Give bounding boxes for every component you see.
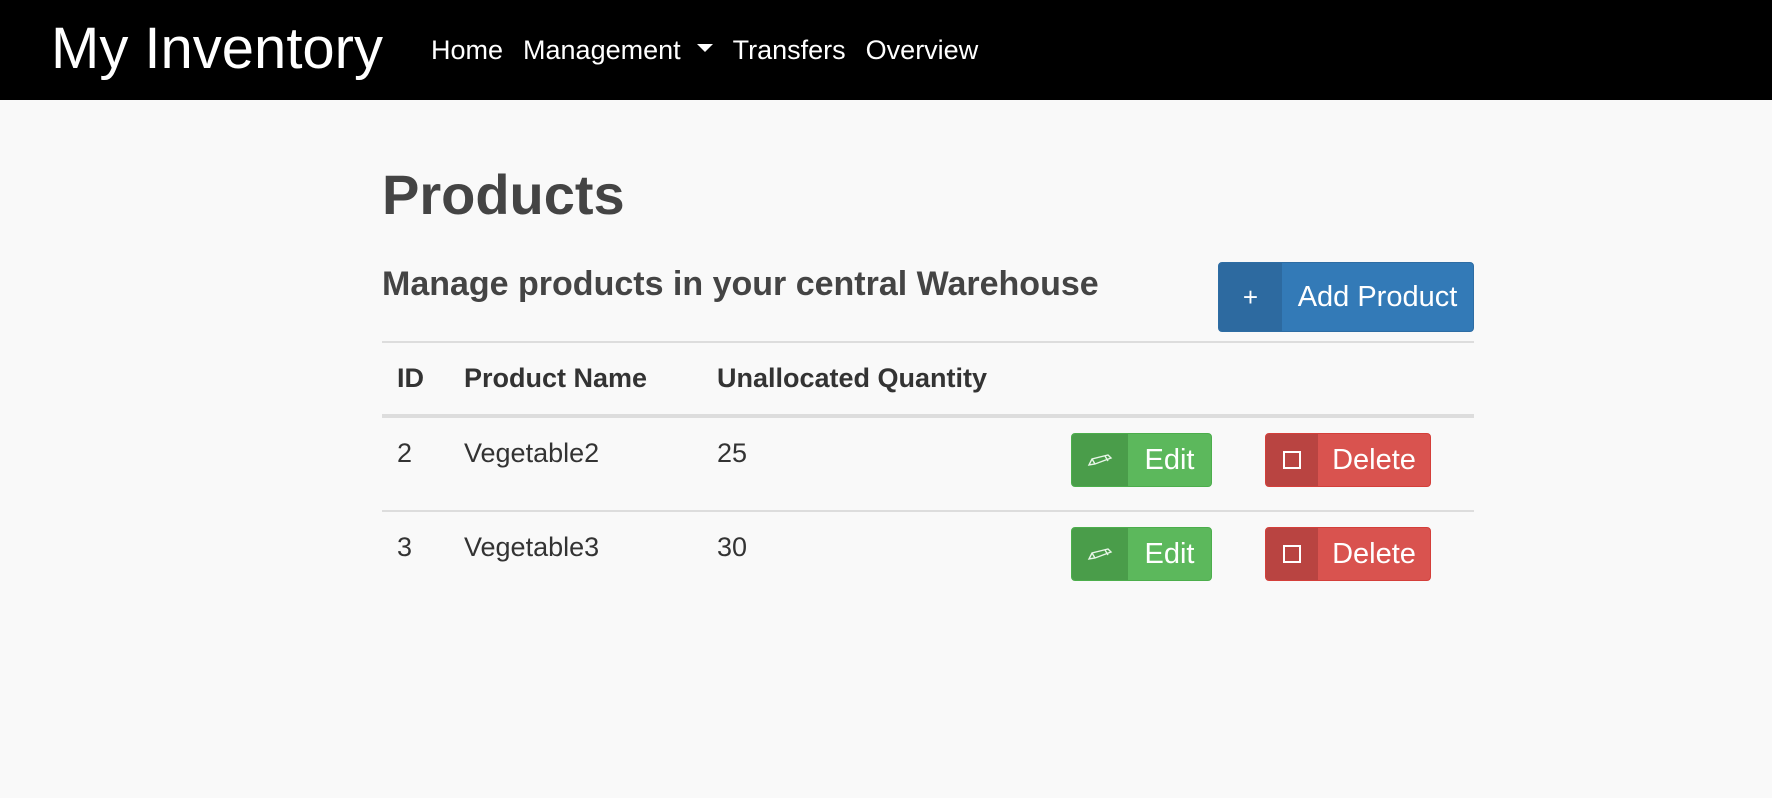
nav-link-home-label: Home xyxy=(431,34,504,65)
nav-link-transfers-label: Transfers xyxy=(732,34,846,65)
pencil-icon-svg xyxy=(1087,548,1113,560)
table-row: 2 Vegetable2 25 Edit Delete xyxy=(382,414,1474,510)
square-icon-shape xyxy=(1283,545,1301,563)
products-table: ID Product Name Unallocated Quantity 2 V… xyxy=(382,341,1474,606)
table-header-row: ID Product Name Unallocated Quantity xyxy=(382,341,1474,414)
cell-quantity: 25 xyxy=(717,438,748,468)
edit-label: Edit xyxy=(1144,537,1195,570)
caret-down-icon xyxy=(696,44,713,52)
delete-button[interactable]: Delete xyxy=(1265,527,1431,581)
cell-product-name: Vegetable3 xyxy=(464,532,600,562)
nav-link-home[interactable]: Home xyxy=(431,35,503,66)
nav-link-management-dropdown[interactable]: Management xyxy=(523,35,713,66)
cell-quantity: 30 xyxy=(717,532,748,562)
pencil-icon-svg xyxy=(1087,454,1113,466)
column-header-product-name: Product Name xyxy=(464,363,648,393)
column-header-id: ID xyxy=(397,363,424,393)
top-navbar: My Inventory Home Management Transfers O… xyxy=(0,0,1772,100)
plus-icon: + xyxy=(1219,263,1282,331)
edit-label: Edit xyxy=(1144,443,1195,476)
column-header-unallocated-quantity: Unallocated Quantity xyxy=(717,363,988,393)
nav-link-overview-label: Overview xyxy=(865,34,979,65)
nav-link-management-label: Management xyxy=(523,34,681,65)
square-icon-shape xyxy=(1283,451,1301,469)
add-product-button[interactable]: + Add Product xyxy=(1218,262,1474,332)
delete-button[interactable]: Delete xyxy=(1265,433,1431,487)
edit-button[interactable]: Edit xyxy=(1071,527,1212,581)
edit-button[interactable]: Edit xyxy=(1071,433,1212,487)
nav-link-transfers[interactable]: Transfers xyxy=(733,35,846,66)
add-product-label: Add Product xyxy=(1297,280,1458,313)
table-row: 3 Vegetable3 30 Edit Delete xyxy=(382,510,1474,606)
pencil-icon xyxy=(1072,528,1128,580)
brand-title[interactable]: My Inventory xyxy=(51,14,383,84)
page-subtitle: Manage products in your central Warehous… xyxy=(382,265,1099,303)
nav-links: Home Management Transfers Overview xyxy=(431,30,998,70)
square-icon xyxy=(1266,434,1318,486)
page-title: Products xyxy=(382,163,625,226)
delete-label: Delete xyxy=(1332,537,1416,570)
cell-id: 2 xyxy=(397,438,413,468)
pencil-icon xyxy=(1072,434,1128,486)
cell-id: 3 xyxy=(397,532,413,562)
square-icon xyxy=(1266,528,1318,580)
nav-link-overview[interactable]: Overview xyxy=(866,35,979,66)
cell-product-name: Vegetable2 xyxy=(464,438,600,468)
delete-label: Delete xyxy=(1332,443,1416,476)
